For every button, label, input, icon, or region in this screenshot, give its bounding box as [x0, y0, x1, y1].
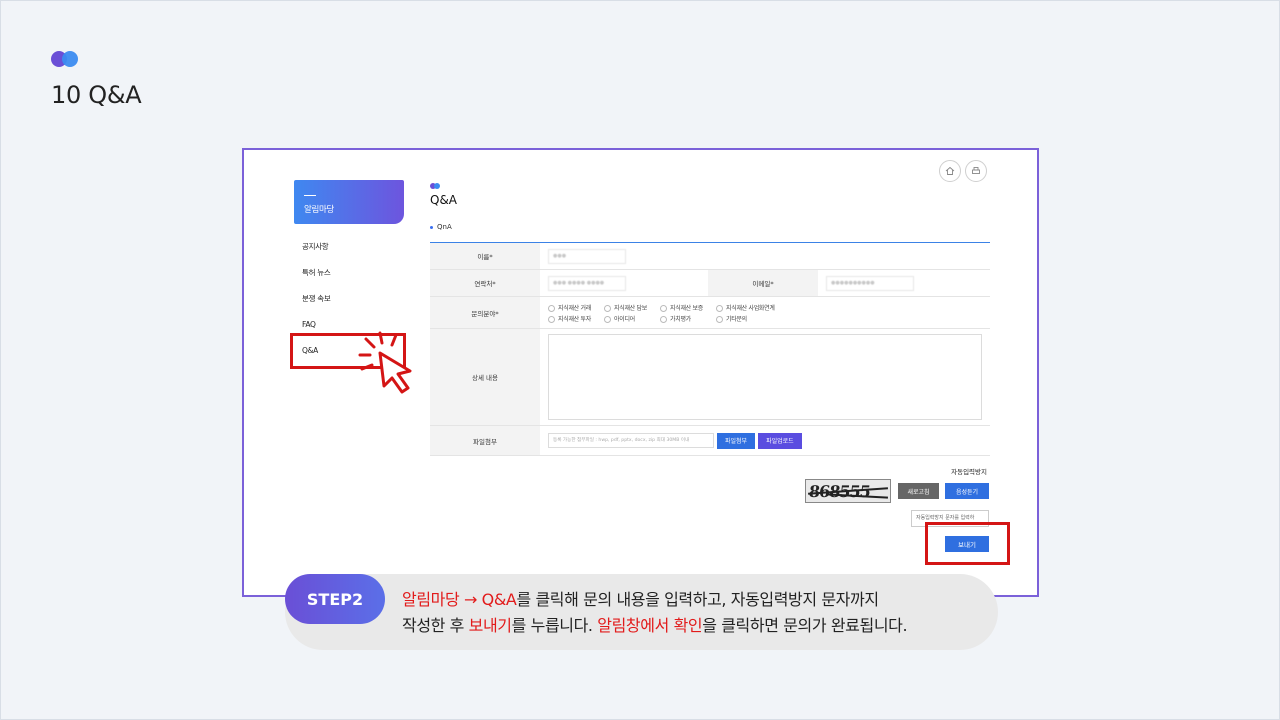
email-label: 이메일* — [708, 270, 818, 296]
contact-label: 연락처* — [430, 270, 540, 296]
file-input[interactable]: 등록 가능한 첨부파일 : hwp, pdf, pptx, docx, zip … — [548, 433, 714, 448]
name-label: 이름* — [430, 243, 540, 269]
file-attach-button[interactable]: 파일첨부 — [717, 432, 756, 449]
home-icon[interactable] — [939, 160, 961, 182]
highlight-box-send — [925, 522, 1010, 565]
header-icons — [939, 160, 987, 182]
sidebar-item-dispute-news[interactable]: 분쟁 속보 — [302, 294, 402, 320]
detail-textarea[interactable] — [548, 334, 982, 420]
sidebar-item-notice[interactable]: 공지사항 — [302, 242, 402, 268]
radio-ip-commercialization[interactable]: 지식재산 사업화연계 — [716, 303, 796, 312]
radio-ip-trade[interactable]: 지식재산 거래 — [548, 303, 604, 312]
form-row-contact: 연락처* ●●● ●●●● ●●●● 이메일* ●●●●●●●●●● — [430, 270, 990, 297]
click-cursor-icon — [358, 331, 412, 394]
sidebar-header: 알림마당 — [294, 180, 404, 224]
contact-input[interactable]: ●●● ●●●● ●●●● — [548, 275, 626, 291]
captcha-refresh-button[interactable]: 새로고침 — [898, 483, 939, 499]
form-row-detail: 상세 내용 — [430, 329, 990, 426]
radio-ip-guarantee[interactable]: 지식재산 보증 — [660, 303, 716, 312]
name-input[interactable]: ●●● — [548, 248, 626, 264]
logo-dots-icon — [51, 51, 81, 67]
radio-ip-collateral[interactable]: 지식재산 담보 — [604, 303, 660, 312]
step-line-1: 알림마당 → Q&A를 클릭해 문의 내용을 입력하고, 자동입력방지 문자까지 — [402, 590, 879, 609]
form-row-name: 이름* ●●● — [430, 243, 990, 270]
detail-label: 상세 내용 — [430, 329, 540, 425]
radio-valuation[interactable]: 가치평가 — [660, 314, 716, 323]
qna-form: 이름* ●●● 연락처* ●●● ●●●● ●●●● 이메일* ●●●●●●●●… — [430, 242, 990, 456]
radio-idea[interactable]: 아이디어 — [604, 314, 660, 323]
step-line-2: 작성한 후 보내기를 누릅니다. 알림창에서 확인을 클릭하면 문의가 완료됩니… — [402, 616, 908, 635]
step-banner: STEP2 알림마당 → Q&A를 클릭해 문의 내용을 입력하고, 자동입력방… — [285, 574, 998, 650]
captcha-image: 868555 — [805, 479, 891, 503]
file-label: 파일첨부 — [430, 426, 540, 455]
category-radio-group: 지식재산 거래 지식재산 담보 지식재산 보증 지식재산 사업화연계 지식재산 … — [548, 302, 796, 323]
category-label: 문의분야* — [430, 297, 540, 328]
captcha-title: 자동입력방지 — [951, 468, 987, 476]
email-input[interactable]: ●●●●●●●●●● — [826, 275, 914, 291]
section-label: QnA — [430, 223, 452, 231]
print-icon[interactable] — [965, 160, 987, 182]
sidebar-header-label: 알림마당 — [304, 205, 335, 215]
form-row-category: 문의분야* 지식재산 거래 지식재산 담보 지식재산 보증 지식재산 사업화연계… — [430, 297, 990, 329]
radio-ip-investment[interactable]: 지식재산 투자 — [548, 314, 604, 323]
step-instructions: 알림마당 → Q&A를 클릭해 문의 내용을 입력하고, 자동입력방지 문자까지… — [402, 587, 908, 639]
file-upload-button[interactable]: 파일업로드 — [758, 432, 802, 449]
form-row-file: 파일첨부 등록 가능한 첨부파일 : hwp, pdf, pptx, docx,… — [430, 426, 990, 456]
radio-other[interactable]: 기타문의 — [716, 314, 796, 323]
title-dots-icon — [430, 183, 440, 189]
step-badge: STEP2 — [285, 574, 385, 624]
slide-title: 10 Q&A — [51, 81, 142, 109]
captcha-audio-button[interactable]: 음성듣기 — [945, 483, 989, 499]
page-title: Q&A — [430, 193, 458, 207]
sidebar-item-patent-news[interactable]: 특허 뉴스 — [302, 268, 402, 294]
